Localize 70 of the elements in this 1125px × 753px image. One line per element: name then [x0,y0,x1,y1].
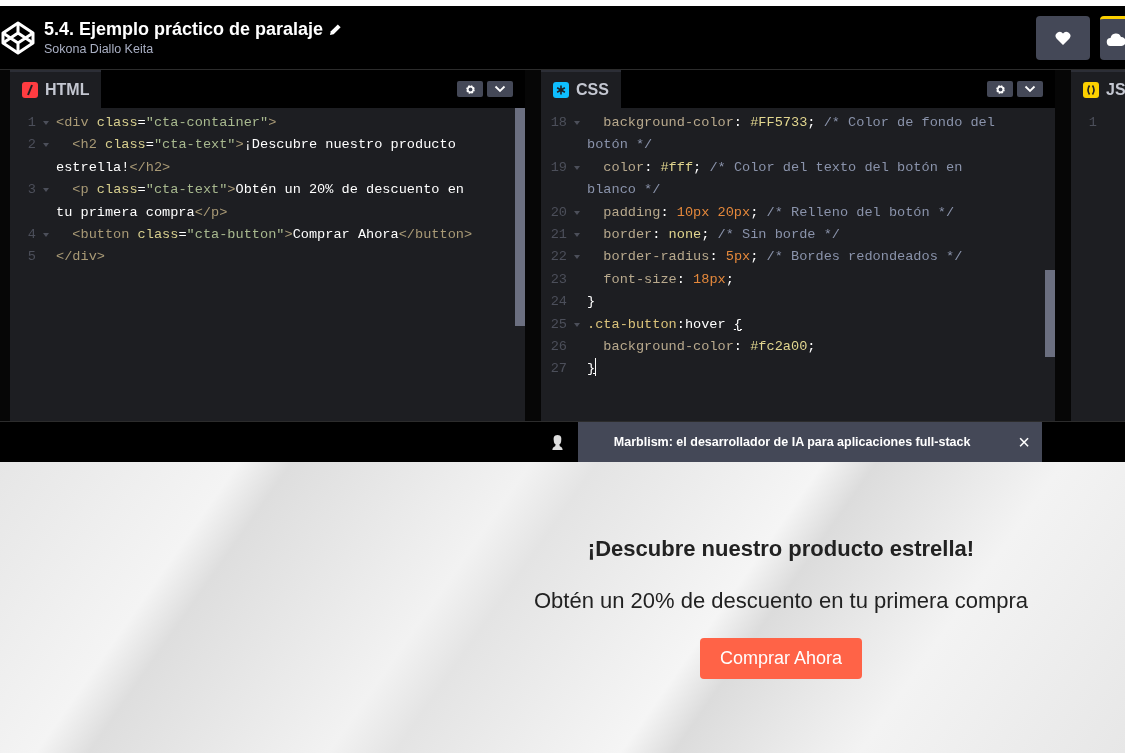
code-line: color: #fff; /* Color del texto del botón en blanco */ [587,158,964,200]
fold-icon[interactable] [574,322,580,327]
slash-icon [22,82,38,98]
line-number: 19 [549,158,567,177]
fold-icon[interactable] [574,233,580,238]
line-number: 23 [549,270,567,289]
scrollbar-thumb[interactable] [515,108,525,326]
preview-text: Obtén un 20% de descuento en tu primera compra [533,588,1029,614]
line-number: 27 [549,360,567,379]
code-line: background-color: #FF5733; /* Color de fondo del botón */ [587,114,996,155]
heart-icon [1055,30,1071,45]
collapse-button[interactable] [1017,81,1043,97]
settings-icon [994,83,1006,95]
fold-icon[interactable] [574,210,580,215]
chevron-down-icon [1024,85,1036,93]
fold-icon[interactable] [43,188,49,193]
fold-icon[interactable] [43,121,49,125]
line-number: 2 [26,136,36,155]
line-number: 24 [549,293,567,312]
cube-logo-icon[interactable] [0,19,36,56]
code-line: padding: 10px 20px; /* Relleno del botón */ [602,203,956,222]
asterisk-icon [553,82,569,98]
code-line: <h2 class="cta-text">¡Descubre nuestro producto estrella!</h2> [56,136,457,177]
code-line: <button class="cta-button">Comprar Ahora</button> [71,226,474,245]
ad-banner[interactable]: Marblism: el desarrollador de IA para aplicaciones full-stack × [536,422,1042,462]
cloud-icon [1106,32,1125,46]
author-name[interactable]: Sokona Diallo Keita [44,42,154,56]
code-line: background-color: #fc2a00; [602,338,817,357]
fold-icon[interactable] [43,233,49,238]
line-number: 18 [549,114,567,132]
code-line: border-radius: 5px; /* Bordes redondeados */ [602,248,964,267]
line-number: 20 [549,203,567,222]
fold-icon[interactable] [43,143,49,148]
code-line: } [587,293,597,312]
editor-tab[interactable]: JS [1071,70,1125,108]
preview-heading: ¡Descubre nuestro producto estrella! [587,536,975,562]
scrollbar-thumb[interactable] [1045,270,1055,357]
parentheses-icon [1083,82,1099,98]
code-line: border: none; /* Sin borde */ [602,226,841,245]
pen-title: 5.4. Ejemplo práctico de paralaje [44,19,324,40]
line-number: 3 [26,181,36,200]
like-button[interactable] [1036,15,1090,60]
editor-tab[interactable]: CSS [541,70,621,108]
line-number: 22 [549,248,567,267]
code-line: <div class="cta-container"> [56,114,278,132]
line-number: 4 [26,226,36,245]
code-line: </div> [56,248,106,267]
settings-icon [464,83,476,95]
editor-tab[interactable]: HTML [10,70,102,108]
line-number: 1 [1087,114,1097,132]
line-number: 26 [549,338,567,357]
ad-text[interactable]: Marblism: el desarrollador de IA para aplicaciones full-stack [578,435,1007,449]
bust-icon [550,433,564,451]
fold-icon[interactable] [574,165,580,170]
settings-button[interactable] [987,81,1013,97]
fold-icon[interactable] [574,255,580,260]
collapse-button[interactable] [487,81,513,97]
pencil-icon[interactable] [329,23,343,36]
line-number: 5 [26,248,36,267]
close-button[interactable]: × [1006,432,1042,452]
code-line: font-size: 18px; [602,270,735,289]
code-line: } [587,358,1012,381]
line-number: 21 [549,226,567,245]
settings-button[interactable] [457,81,483,97]
code-line: .cta-button:hover { [587,315,743,334]
chevron-down-icon [494,85,506,93]
line-number: 25 [549,315,567,334]
code-line: <p class="cta-text">Obtén un 20% de descuento en tu primera compra</p> [56,181,465,222]
line-number: 1 [26,114,36,132]
fold-icon[interactable] [574,121,580,125]
